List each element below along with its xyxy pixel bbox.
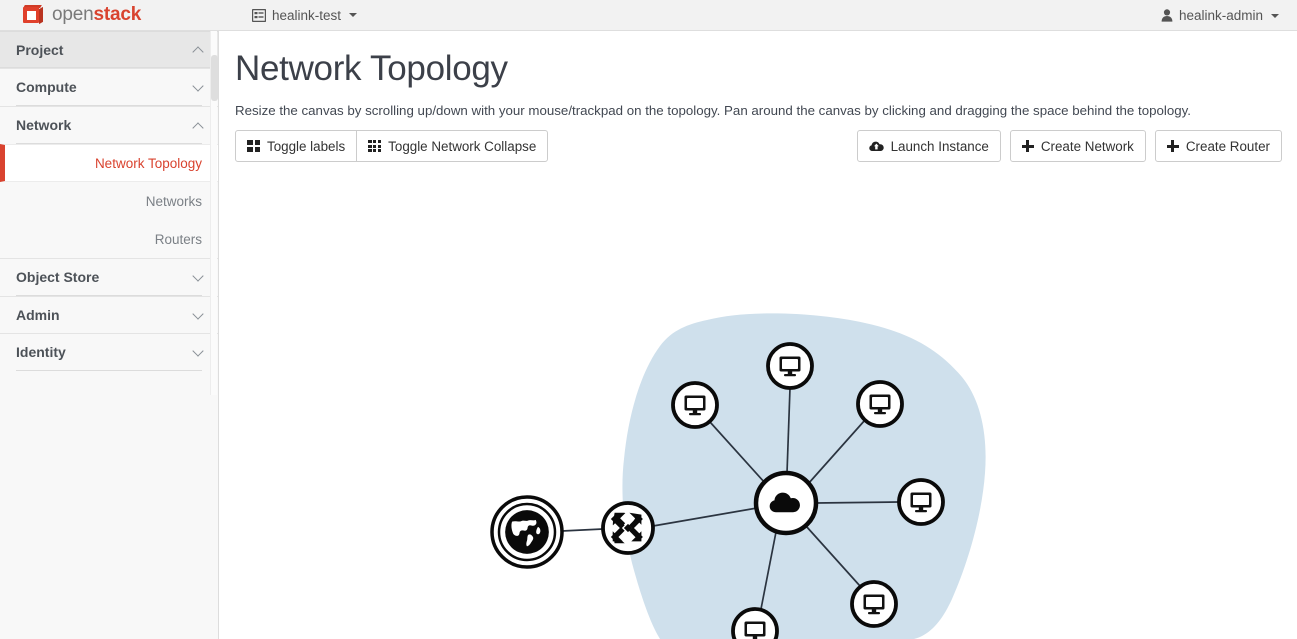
sidebar-item-network-topology-label: Network Topology bbox=[94, 155, 202, 171]
cloud-upload-icon bbox=[868, 141, 884, 151]
user-icon bbox=[1161, 9, 1173, 22]
chevron-up-icon bbox=[193, 120, 204, 131]
sidebar-item-networks-label: Networks bbox=[145, 193, 202, 209]
sidebar-scrollbar-thumb[interactable] bbox=[211, 55, 218, 101]
topology-node-instance-4[interactable] bbox=[897, 478, 945, 526]
sidebar-group-object-store[interactable]: Object Store bbox=[0, 258, 218, 295]
user-menu[interactable]: healink-admin bbox=[1161, 0, 1279, 31]
toolbar-right-group: Launch Instance Create Network Create Ro… bbox=[856, 130, 1282, 162]
link-external-router bbox=[561, 528, 604, 532]
sidebar-item-routers[interactable]: Routers bbox=[0, 220, 218, 258]
desktop-icon bbox=[744, 621, 766, 639]
sidebar-group-compute-label: Compute bbox=[16, 79, 77, 95]
sidebar-group-project[interactable]: Project bbox=[0, 31, 218, 68]
logo-open-text: open bbox=[52, 4, 94, 25]
sidebar-group-object-store-label: Object Store bbox=[16, 269, 100, 285]
sidebar-group-compute[interactable]: Compute bbox=[0, 68, 218, 105]
project-switcher[interactable]: healink-test bbox=[252, 7, 358, 23]
topology-node-external-network[interactable] bbox=[490, 495, 564, 569]
toolbar-left-group: Toggle labels Toggle Network Collapse bbox=[235, 130, 549, 162]
chevron-down-icon bbox=[193, 82, 204, 93]
launch-instance-label: Launch Instance bbox=[890, 138, 989, 154]
list-alt-icon bbox=[252, 8, 266, 22]
sidebar-item-routers-label: Routers bbox=[154, 231, 202, 247]
chevron-up-icon bbox=[193, 44, 204, 55]
sidebar-group-admin-label: Admin bbox=[16, 307, 60, 323]
chevron-down-icon bbox=[193, 272, 204, 283]
topology-node-instance-3[interactable] bbox=[856, 380, 904, 428]
sidebar: Project Compute Network Network Topology… bbox=[0, 31, 219, 639]
openstack-cube-icon bbox=[22, 4, 44, 26]
th-large-icon bbox=[247, 140, 260, 152]
sidebar-item-network-topology[interactable]: Network Topology bbox=[0, 144, 218, 182]
topology-node-router[interactable] bbox=[601, 501, 655, 555]
chevron-down-icon bbox=[193, 347, 204, 358]
logo-stack-text: stack bbox=[93, 4, 142, 25]
sidebar-scrollbar[interactable] bbox=[210, 31, 218, 395]
caret-down-icon bbox=[349, 13, 358, 17]
th-icon bbox=[368, 140, 382, 152]
caret-down-icon bbox=[1271, 13, 1279, 18]
topology-canvas[interactable] bbox=[220, 163, 1297, 639]
openstack-logo[interactable]: openstack bbox=[22, 4, 222, 26]
toggle-network-collapse-label: Toggle Network Collapse bbox=[388, 138, 537, 154]
topology-node-instance-6[interactable] bbox=[731, 607, 779, 639]
toggle-labels-button[interactable]: Toggle labels bbox=[235, 130, 358, 162]
plus-icon bbox=[1021, 140, 1034, 152]
create-network-label: Create Network bbox=[1040, 138, 1134, 154]
sidebar-group-admin[interactable]: Admin bbox=[0, 296, 218, 333]
project-switcher-label: healink-test bbox=[272, 7, 342, 23]
top-navbar: openstack healink-test healink-admin bbox=[0, 0, 1297, 31]
topology-node-instance-1[interactable] bbox=[766, 342, 814, 390]
chevron-down-icon bbox=[193, 310, 204, 321]
create-network-button[interactable]: Create Network bbox=[1009, 130, 1146, 162]
sidebar-group-project-label: Project bbox=[16, 41, 64, 58]
page-description: Resize the canvas by scrolling up/down w… bbox=[235, 103, 1191, 118]
sidebar-group-identity[interactable]: Identity bbox=[0, 333, 218, 370]
user-menu-label: healink-admin bbox=[1178, 8, 1263, 23]
globe-icon bbox=[505, 510, 549, 554]
create-router-button[interactable]: Create Router bbox=[1154, 130, 1282, 162]
link-network-inst4 bbox=[815, 501, 900, 504]
topology-svg[interactable] bbox=[220, 163, 1297, 639]
page-title: Network Topology bbox=[235, 49, 508, 88]
main-content: Network Topology Resize the canvas by sc… bbox=[220, 31, 1297, 639]
launch-instance-button[interactable]: Launch Instance bbox=[856, 130, 1001, 162]
sidebar-group-identity-label: Identity bbox=[16, 344, 66, 360]
topology-node-network[interactable] bbox=[753, 470, 819, 536]
sidebar-item-networks[interactable]: Networks bbox=[0, 182, 218, 220]
plus-icon bbox=[1166, 140, 1179, 152]
divider bbox=[16, 370, 202, 371]
topology-node-instance-5[interactable] bbox=[850, 580, 898, 628]
topology-node-instance-2[interactable] bbox=[671, 381, 719, 429]
sidebar-group-network-label: Network bbox=[16, 117, 72, 133]
create-router-label: Create Router bbox=[1185, 138, 1270, 154]
toggle-network-collapse-button[interactable]: Toggle Network Collapse bbox=[356, 130, 549, 162]
sidebar-group-network[interactable]: Network bbox=[0, 106, 218, 143]
toolbar: Toggle labels Toggle Network Collapse La… bbox=[235, 130, 1282, 164]
toggle-labels-label: Toggle labels bbox=[267, 138, 346, 154]
logo-wordmark: openstack bbox=[52, 4, 141, 26]
